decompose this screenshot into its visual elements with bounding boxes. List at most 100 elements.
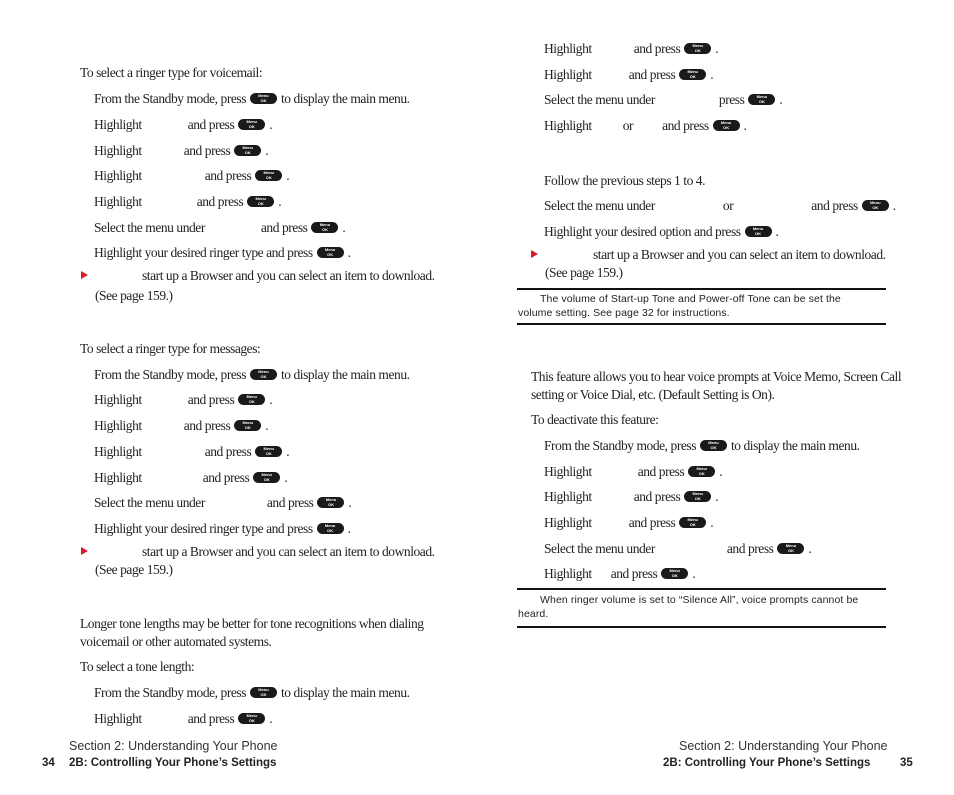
- step-text: to display the main menu.: [280, 91, 410, 106]
- voicemail-step-7: Highlight your desired ringer type and p…: [94, 245, 351, 261]
- menu-ok-key-icon: [250, 369, 278, 381]
- step-text: Highlight: [544, 67, 592, 82]
- step-text: Select the menu under: [94, 495, 205, 510]
- voice-prompt-step-4: Highlightand press .: [544, 515, 714, 531]
- voicemail-step-5: Highlightand press .: [94, 194, 282, 210]
- voice-prompt-para-line-2: setting or Voice Dial, etc. (Default Set…: [531, 387, 775, 402]
- messages-tip-line-2: (See page 159.): [95, 562, 173, 577]
- voicemail-step-3: Highlightand press .: [94, 143, 269, 159]
- footer-section-title: Section 2: Understanding Your Phone: [679, 739, 888, 753]
- tone-length-intro: To select a tone length:: [80, 659, 195, 674]
- voice-prompt-step-2: Highlightand press .: [544, 464, 723, 480]
- note-top-rule: [517, 588, 886, 590]
- step-text: Highlight: [94, 392, 142, 407]
- step-text: Select the menu under: [544, 541, 655, 556]
- step-text: and press: [260, 220, 308, 235]
- second-step-3: Highlight your desired option and press …: [544, 224, 779, 240]
- messages-tip-line-1: start up a Browser and you can select an…: [142, 544, 435, 559]
- step-text: and press: [196, 194, 244, 209]
- step-text: Highlight: [94, 117, 142, 132]
- note-line-1: The volume of Start-up Tone and Power-of…: [540, 293, 841, 305]
- messages-step-3: Highlightand press .: [94, 418, 269, 434]
- menu-ok-key-icon: [679, 69, 707, 81]
- step-text: and press: [811, 198, 858, 213]
- step-text: and press: [633, 41, 681, 56]
- voicemail-tip-line-1: start up a Browser and you can select an…: [142, 268, 435, 283]
- top-step-2: Highlightand press .: [544, 67, 714, 83]
- step-text: and press: [187, 117, 235, 132]
- menu-ok-key-icon: [234, 420, 262, 432]
- menu-ok-key-icon: [316, 247, 344, 259]
- note-line-1: When ringer volume is set to “Silence Al…: [540, 594, 859, 606]
- step-text: and press: [202, 470, 250, 485]
- step-text: Highlight your desired ringer type and p…: [94, 521, 313, 536]
- tone-length-para-line-2: voicemail or other automated systems.: [80, 634, 272, 649]
- step-text: and press: [637, 464, 685, 479]
- step-text: and press: [628, 515, 676, 530]
- note-bottom-rule: [517, 626, 886, 628]
- step-text: and press: [266, 495, 314, 510]
- note-line-2: heard.: [518, 608, 549, 620]
- voicemail-intro: To select a ringer type for voicemail:: [80, 65, 263, 80]
- messages-step-2: Highlightand press .: [94, 392, 273, 408]
- step-text: Highlight: [94, 418, 142, 433]
- menu-ok-key-icon: [317, 497, 345, 509]
- menu-ok-key-icon: [748, 94, 776, 106]
- voice-prompt-step-1: From the Standby mode, press to display …: [544, 438, 860, 454]
- step-text: Highlight: [544, 118, 592, 133]
- step-text: press: [718, 92, 745, 107]
- menu-ok-key-icon: [700, 440, 728, 452]
- note-volume: The volume of Start-up Tone and Power-of…: [518, 292, 886, 320]
- menu-ok-key-icon: [255, 170, 283, 182]
- menu-ok-key-icon: [316, 523, 344, 535]
- red-triangle-icon: [81, 547, 88, 555]
- menu-ok-key-icon: [744, 226, 772, 238]
- menu-ok-key-icon: [777, 543, 805, 555]
- menu-ok-key-icon: [684, 491, 712, 503]
- step-text: Highlight: [94, 194, 142, 209]
- step-text: Highlight: [544, 566, 592, 581]
- messages-step-7: Highlight your desired ringer type and p…: [94, 521, 351, 537]
- footer-chapter-title: 2B: Controlling Your Phone’s Settings: [69, 757, 277, 769]
- menu-ok-key-icon: [679, 517, 707, 529]
- voice-prompt-step-6: Highlightand press .: [544, 566, 696, 582]
- menu-ok-key-icon: [250, 687, 278, 699]
- page-number: 35: [900, 757, 913, 769]
- step-text: and press: [183, 418, 231, 433]
- step-text: Highlight: [94, 168, 142, 183]
- tone-length-step-1: From the Standby mode, press to display …: [94, 685, 410, 701]
- step-text: Select the menu under: [544, 92, 655, 107]
- step-text: Highlight: [544, 515, 592, 530]
- step-text: and press: [187, 392, 235, 407]
- footer-section-title: Section 2: Understanding Your Phone: [69, 739, 278, 753]
- second-step-1: Follow the previous steps 1 to 4.: [544, 173, 706, 188]
- step-text: From the Standby mode, press: [544, 438, 697, 453]
- voicemail-step-2: Highlightand press .: [94, 117, 273, 133]
- step-text: Highlight: [544, 489, 592, 504]
- note-line-2: volume setting. See page 32 for instruct…: [518, 307, 730, 319]
- step-text: Highlight: [544, 41, 592, 56]
- note-top-rule: [517, 288, 886, 290]
- menu-ok-key-icon: [255, 446, 283, 458]
- messages-step-4: Highlightand press .: [94, 444, 290, 460]
- page-number: 34: [42, 757, 55, 769]
- step-text: to display the main menu.: [730, 438, 860, 453]
- step-text: and press: [187, 711, 235, 726]
- menu-ok-key-icon: [234, 145, 262, 157]
- top-step-4: Highlightorand press .: [544, 118, 747, 134]
- messages-step-6: Select the menu underand press .: [94, 495, 352, 511]
- step-text: Highlight: [544, 464, 592, 479]
- second-step-2: Select the menu underorand press .: [544, 198, 896, 214]
- footer-chapter-title: 2B: Controlling Your Phone’s Settings: [663, 757, 871, 769]
- voice-prompt-para-line-1: This feature allows you to hear voice pr…: [531, 369, 902, 384]
- step-text: Highlight your desired ringer type and p…: [94, 245, 313, 260]
- second-tip-line-2: (See page 159.): [545, 265, 623, 280]
- step-text: Highlight: [94, 444, 142, 459]
- step-text: From the Standby mode, press: [94, 91, 247, 106]
- menu-ok-key-icon: [238, 394, 266, 406]
- note-bottom-rule: [517, 323, 886, 325]
- second-tip-line-1: start up a Browser and you can select an…: [593, 247, 886, 262]
- top-step-3: Select the menu underpress .: [544, 92, 783, 108]
- top-step-1: Highlightand press .: [544, 41, 719, 57]
- voicemail-tip-line-2: (See page 159.): [95, 288, 173, 303]
